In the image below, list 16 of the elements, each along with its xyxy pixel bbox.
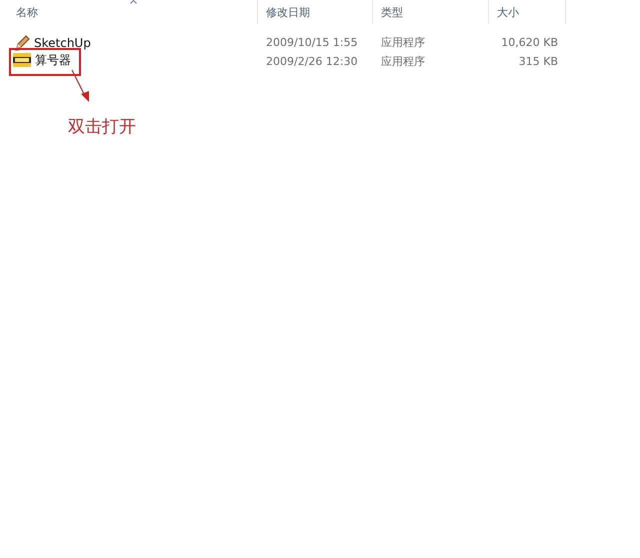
pencil-icon xyxy=(14,34,30,50)
app-icon xyxy=(13,52,31,68)
file-name[interactable]: SketchUp xyxy=(34,36,91,50)
file-size: 315 KB xyxy=(518,55,558,68)
annotation-text: 双击打开 xyxy=(68,116,136,138)
file-type: 应用程序 xyxy=(381,55,425,68)
column-header[interactable]: 名称 xyxy=(16,4,38,20)
file-name[interactable]: 算号器 xyxy=(35,52,71,68)
column-header[interactable]: 类型 xyxy=(381,4,403,20)
sort-caret-icon xyxy=(130,0,137,4)
file-type: 应用程序 xyxy=(381,36,425,49)
modified-date: 2009/10/15 1:55 xyxy=(266,36,358,49)
column-header[interactable]: 修改日期 xyxy=(266,4,310,20)
modified-date: 2009/2/26 12:30 xyxy=(266,55,358,68)
file-size: 10,620 KB xyxy=(501,36,558,49)
column-header[interactable]: 大小 xyxy=(497,4,519,20)
